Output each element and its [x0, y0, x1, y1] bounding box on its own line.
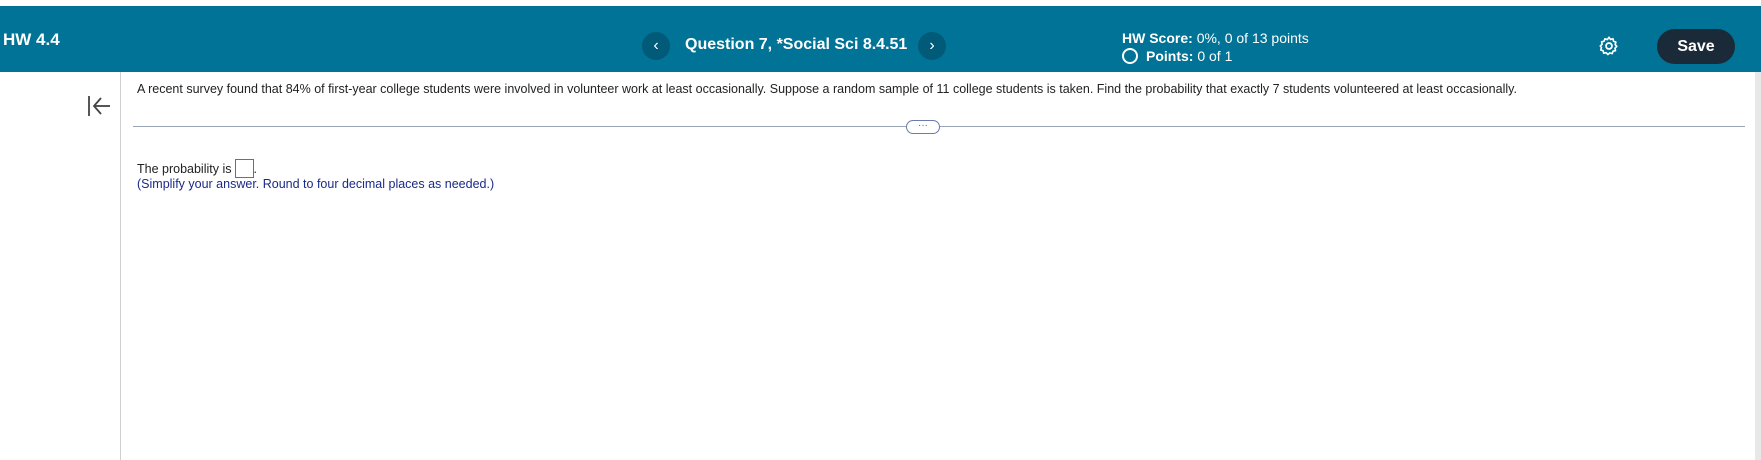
next-question-button[interactable]: ›: [918, 32, 946, 60]
hw-score-value: 0%, 0 of 13 points: [1196, 30, 1309, 46]
score-panel: HW Score: 0%, 0 of 13 points Points: 0 o…: [1122, 29, 1309, 65]
question-title: Question 7, *Social Sci 8.4.51: [685, 36, 908, 53]
points: Points: 0 of 1: [1122, 47, 1309, 65]
save-button[interactable]: Save: [1657, 29, 1735, 64]
answer-suffix: .: [253, 162, 257, 176]
points-value: 0 of 1: [1197, 48, 1233, 64]
hw-score: HW Score: 0%, 0 of 13 points: [1122, 29, 1309, 47]
answer-input[interactable]: [234, 159, 254, 178]
header-bar: HW 4.4 ‹ Question 7, *Social Sci 8.4.51 …: [0, 6, 1761, 72]
points-label: Points:: [1146, 48, 1194, 64]
hw-score-label: HW Score:: [1122, 30, 1193, 46]
sidebar-divider: [120, 72, 121, 460]
answer-line: The probability is.: [137, 159, 257, 178]
previous-question-button[interactable]: ‹: [642, 32, 670, 60]
scrollbar-track[interactable]: [1755, 72, 1761, 460]
answer-prefix: The probability is: [137, 162, 232, 176]
points-status-icon: [1122, 48, 1138, 64]
question-text: A recent survey found that 84% of first-…: [137, 82, 1517, 96]
assignment-title: HW 4.4: [3, 30, 60, 49]
expand-divider-button[interactable]: ···: [906, 120, 940, 134]
collapse-panel-icon[interactable]: [86, 93, 112, 119]
settings-gear-icon[interactable]: [1598, 35, 1620, 57]
answer-hint: (Simplify your answer. Round to four dec…: [137, 177, 495, 191]
